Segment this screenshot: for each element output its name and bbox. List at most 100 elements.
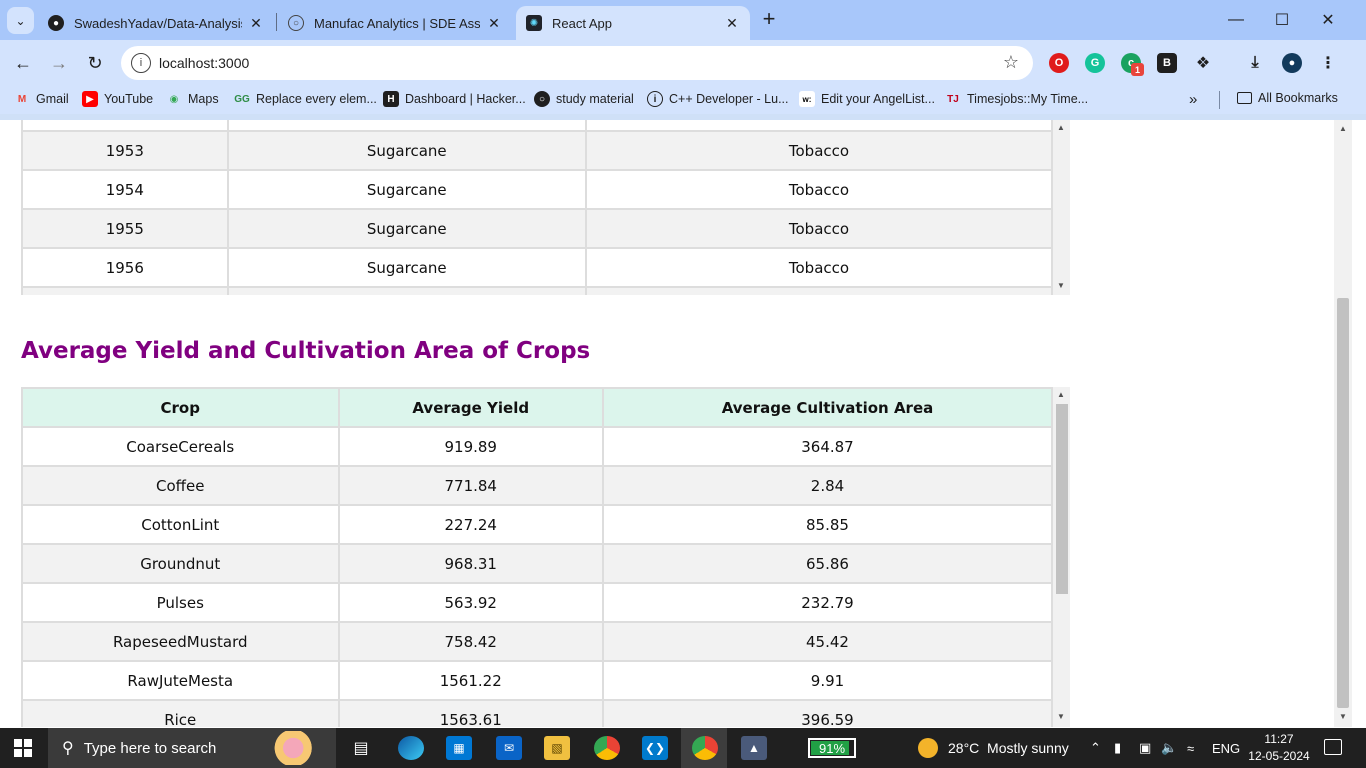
profile-avatar[interactable]: ●: [1282, 53, 1302, 73]
opera-extension-icon[interactable]: O: [1049, 53, 1069, 73]
bookmark-label: Timesjobs::My Time...: [967, 92, 1089, 106]
url-text[interactable]: localhost:3000: [159, 55, 249, 71]
tab-github[interactable]: ● SwadeshYadav/Data-Analysis-To ✕: [38, 6, 274, 40]
bookmark-gmail[interactable]: M Gmail: [14, 91, 69, 107]
vscode-icon[interactable]: ❮❯: [642, 736, 668, 760]
table-cell: Tobacco: [584, 286, 1053, 295]
table-cell: 771.84: [337, 465, 604, 506]
download-icon[interactable]: ⤓: [1245, 53, 1265, 73]
table2-scrollbar[interactable]: ▲ ▼: [1053, 387, 1070, 727]
tab-search-button[interactable]: ⌄: [7, 7, 34, 34]
search-placeholder: Type here to search: [83, 739, 217, 757]
close-icon[interactable]: ✕: [486, 15, 502, 32]
all-bookmarks[interactable]: All Bookmarks: [1237, 91, 1338, 105]
weather-widget[interactable]: 28°C Mostly sunny: [918, 728, 1069, 768]
table-row: CottonLint 227.24 85.85: [21, 504, 1053, 545]
taskbar-search-box[interactable]: ⚲ Type here to search: [48, 728, 336, 768]
info-icon: i: [647, 91, 663, 107]
scroll-down-arrow-icon[interactable]: ▼: [1055, 281, 1067, 290]
tab-strip: ⌄ ● SwadeshYadav/Data-Analysis-To ✕ ○ Ma…: [0, 0, 1366, 40]
b-extension-icon[interactable]: B: [1157, 53, 1177, 73]
table-cell: 2.84: [601, 465, 1053, 506]
show-hidden-icons-chevron-icon[interactable]: ⌃: [1090, 728, 1101, 768]
scroll-up-arrow-icon[interactable]: ▲: [1055, 123, 1067, 132]
chrome-icon[interactable]: [594, 736, 620, 760]
table-cell: 9.91: [601, 660, 1053, 701]
crop-average-table-container[interactable]: Crop Average Yield Average Cultivation Are…: [21, 387, 1053, 727]
bookmarks-bar: M Gmail ▶ YouTube ◉ Maps GG Replace every el…: [0, 86, 1366, 114]
back-button[interactable]: ←: [10, 50, 36, 76]
store-icon[interactable]: ▦: [446, 736, 472, 760]
bookmark-timesjobs[interactable]: TJ Timesjobs::My Time...: [945, 91, 1088, 107]
maximize-button[interactable]: ☐: [1259, 0, 1305, 40]
tab-react-app[interactable]: ✺ React App ✕: [516, 6, 750, 40]
scroll-down-arrow-icon[interactable]: ▼: [1055, 712, 1067, 721]
tab-title: Manufac Analytics | SDE Assignm: [314, 15, 480, 31]
menu-kebab-icon[interactable]: ⋮: [1318, 53, 1338, 73]
page-viewport[interactable]: 1952SugarcaneTobacco1953SugarcaneTobacco…: [0, 120, 1352, 727]
bookmark-maps[interactable]: ◉ Maps: [166, 91, 219, 107]
table-row: 1954 Sugarcane Tobacco: [21, 169, 1053, 210]
scroll-down-arrow-icon[interactable]: ▼: [1337, 712, 1349, 721]
battery-tray-icon[interactable]: ▮: [1114, 728, 1121, 768]
bookmark-angellist[interactable]: w: Edit your AngelList...: [799, 91, 935, 107]
app-icon[interactable]: ▲: [741, 736, 767, 760]
table-cell: 45.42: [601, 621, 1053, 662]
tab-manufac[interactable]: ○ Manufac Analytics | SDE Assignm ✕: [278, 6, 512, 40]
windows-taskbar: ⚲ Type here to search ▤ ▦ ✉ ▧ ❮❯ ▲ 91% 2…: [0, 728, 1366, 768]
volume-icon[interactable]: 🔈: [1161, 728, 1177, 768]
language-indicator[interactable]: ENG: [1212, 728, 1240, 768]
windows-start-icon[interactable]: [14, 739, 32, 757]
table-cell: 1956: [21, 247, 229, 288]
table2-scrollbar-thumb[interactable]: [1056, 404, 1068, 594]
edge-icon[interactable]: [398, 736, 424, 760]
clock[interactable]: 11:27 12-05-2024: [1248, 731, 1310, 765]
weather-text: 28°C Mostly sunny: [948, 740, 1069, 756]
battery-indicator[interactable]: 91%: [808, 738, 856, 758]
globe-icon: ○: [534, 91, 550, 107]
file-explorer-icon[interactable]: ▧: [544, 736, 570, 760]
page-scrollbar-thumb[interactable]: [1337, 298, 1349, 708]
notification-icon[interactable]: [1324, 739, 1342, 755]
bookmark-cpp-developer[interactable]: i C++ Developer - Lu...: [647, 91, 789, 107]
bookmark-study-material[interactable]: ○ study material: [534, 91, 634, 107]
extensions-puzzle-icon[interactable]: ❖: [1193, 53, 1213, 73]
bookmark-label: Maps: [188, 92, 219, 106]
bookmark-hackerrank[interactable]: H Dashboard | Hacker...: [383, 91, 526, 107]
table-cell: 1561.22: [337, 660, 604, 701]
mail-icon[interactable]: ✉: [496, 736, 522, 760]
folder-icon: [1237, 92, 1252, 104]
site-info-icon[interactable]: i: [131, 53, 151, 73]
year-crop-table-container[interactable]: 1952SugarcaneTobacco1953SugarcaneTobacco…: [21, 120, 1053, 295]
meet-now-icon[interactable]: ▣: [1139, 728, 1151, 768]
bookmark-youtube[interactable]: ▶ YouTube: [82, 91, 153, 107]
new-tab-button[interactable]: +: [758, 8, 780, 32]
chrome-profile-icon[interactable]: [692, 736, 718, 760]
globe-icon: ○: [288, 15, 304, 31]
column-header: Average Yield: [337, 387, 604, 428]
table-header-row: Crop Average Yield Average Cultivation Are…: [21, 387, 1053, 428]
table-cell: 1954: [21, 169, 229, 210]
grammarly-extension-icon[interactable]: G: [1085, 53, 1105, 73]
close-window-button[interactable]: ✕: [1305, 0, 1351, 40]
table1-scrollbar[interactable]: ▲ ▼: [1053, 120, 1070, 295]
bookmark-star-icon[interactable]: ☆: [1003, 52, 1019, 73]
scroll-up-arrow-icon[interactable]: ▲: [1337, 124, 1349, 133]
wifi-icon[interactable]: ≈: [1187, 728, 1194, 768]
reload-button[interactable]: ↻: [82, 50, 108, 76]
table-row: 1957SugarcaneTobacco: [21, 286, 1053, 295]
clock-time: 11:27: [1264, 732, 1294, 746]
address-bar[interactable]: i localhost:3000 ☆: [121, 46, 1033, 80]
minimize-button[interactable]: —: [1213, 0, 1259, 40]
task-view-icon[interactable]: ▤: [348, 736, 374, 760]
forward-button[interactable]: →: [46, 50, 72, 76]
more-bookmarks-chevron-icon[interactable]: »: [1189, 91, 1197, 108]
bookmark-gfg[interactable]: GG Replace every elem...: [234, 91, 377, 107]
close-icon[interactable]: ✕: [248, 15, 264, 32]
weather-sunny-icon: [918, 738, 938, 758]
scroll-up-arrow-icon[interactable]: ▲: [1055, 390, 1067, 399]
table-cell: 227.24: [337, 504, 604, 545]
page-scrollbar[interactable]: ▲ ▼: [1334, 120, 1352, 727]
table-cell: 563.92: [337, 582, 604, 623]
close-icon[interactable]: ✕: [724, 15, 740, 32]
